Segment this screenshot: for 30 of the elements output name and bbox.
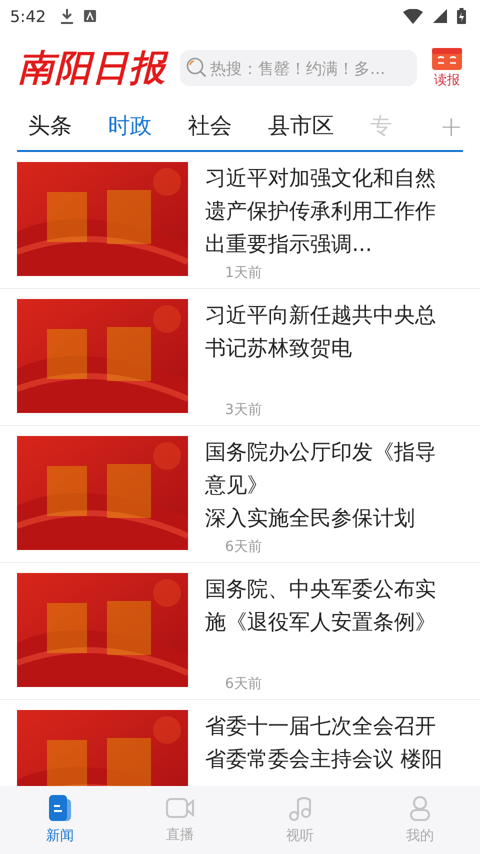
read-paper-button[interactable]: 读报 — [432, 48, 462, 88]
wifi-icon — [403, 8, 423, 24]
news-time: 6天前 — [225, 538, 263, 556]
news-title[interactable]: 国务院办公厅印发《指导意见》 — [205, 436, 456, 502]
news-time: 3天前 — [225, 401, 263, 419]
status-time: 5:42 — [10, 6, 46, 26]
news-subtitle: 深入实施全民参保计划 — [205, 505, 416, 532]
nav-tab[interactable]: 新闻 — [0, 786, 120, 854]
search-field[interactable]: 热搜：售罄！约满！多... — [180, 50, 417, 86]
category-tab[interactable]: 头条 — [28, 111, 72, 141]
news-title[interactable]: 国务院、中央军委公布实施《退役军人安置条例》 — [205, 573, 456, 639]
signal-icon — [433, 9, 447, 23]
app-notification-icon — [84, 10, 96, 22]
battery-icon — [457, 8, 466, 24]
video-camera-icon — [165, 796, 195, 820]
download-icon — [60, 8, 74, 24]
document-icon — [47, 795, 73, 821]
app-logo: 南阳日报 — [18, 44, 168, 92]
news-title[interactable]: 习近平向新任越共中央总书记苏林致贺电 — [205, 299, 456, 365]
category-tab[interactable]: 社会 — [188, 111, 232, 141]
search-icon — [186, 57, 208, 79]
news-title[interactable]: 习近平对加强文化和自然遗产保护传承利用工作作出重要指示强调... — [205, 162, 456, 261]
news-title[interactable]: 省委十一届七次全会召开省委常委会主持会议 楼阳 — [205, 710, 456, 776]
category-tab[interactable]: 县市区 — [268, 111, 334, 141]
news-time: 6天前 — [225, 675, 263, 693]
news-time: 1天前 — [225, 264, 263, 282]
music-note-icon — [288, 795, 312, 821]
category-tab[interactable]: 时政 — [108, 111, 152, 141]
newspaper-icon — [432, 48, 462, 70]
person-icon — [409, 795, 431, 821]
